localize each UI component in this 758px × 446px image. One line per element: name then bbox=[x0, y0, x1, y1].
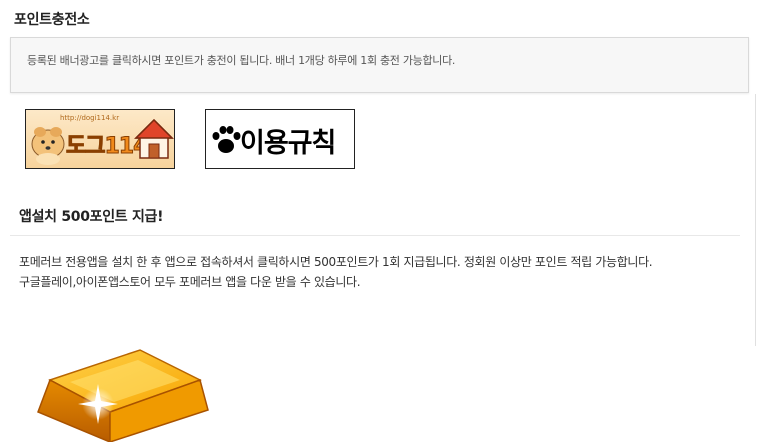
gold-bar-image bbox=[30, 340, 220, 444]
section-divider bbox=[10, 235, 740, 236]
content-edge-line bbox=[755, 94, 756, 346]
notice-box: 등록된 배너광고를 클릭하시면 포인트가 충전이 됩니다. 배너 1개당 하루에… bbox=[10, 37, 749, 93]
dogi-url-text: http://dogi114.kr bbox=[60, 114, 120, 122]
description-line: 포메러브 전용앱을 설치 한 후 앱으로 접속하셔서 클릭하시면 500포인트가… bbox=[19, 255, 653, 269]
dogi114-banner[interactable]: http://dogi114.kr 도그114 bbox=[25, 109, 175, 169]
house-icon bbox=[134, 118, 174, 159]
rules-banner[interactable]: 이용규칙 bbox=[205, 109, 355, 169]
page-title: 포인트충전소 bbox=[14, 12, 90, 28]
gold-bar-icon bbox=[37, 349, 209, 444]
app-install-title: 앱설치 500포인트 지급! bbox=[19, 209, 164, 225]
rules-banner-text: 이용규칙 bbox=[240, 128, 336, 159]
notice-text: 등록된 배너광고를 클릭하시면 포인트가 충전이 됩니다. 배너 1개당 하루에… bbox=[27, 54, 456, 67]
paw-icon bbox=[212, 126, 241, 153]
description-line: 구글플레이,아이폰앱스토어 모두 포메러브 앱을 다운 받을 수 있습니다. bbox=[19, 275, 361, 289]
app-install-description: 포메러브 전용앱을 설치 한 후 앱으로 접속하셔서 클릭하시면 500포인트가… bbox=[19, 252, 744, 292]
